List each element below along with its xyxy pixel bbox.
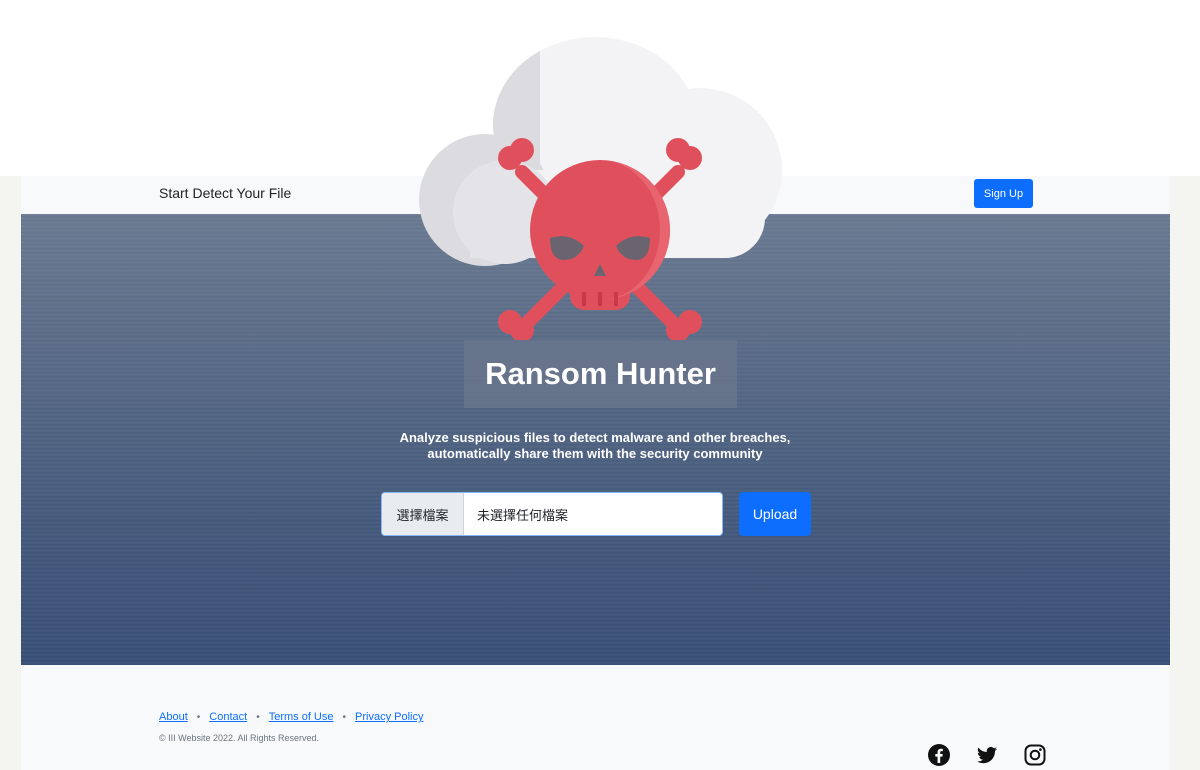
- ransom-hunter-logo: [410, 30, 790, 342]
- footer-link-contact[interactable]: Contact: [209, 711, 247, 723]
- title-box: Ransom Hunter: [464, 340, 737, 408]
- skull-icon: [530, 160, 670, 310]
- footer-link-about[interactable]: About: [159, 711, 188, 723]
- page-title: Ransom Hunter: [485, 356, 716, 391]
- separator-dot: •: [342, 711, 347, 723]
- upload-button[interactable]: Upload: [739, 492, 811, 536]
- social-links: [927, 743, 1047, 767]
- signup-button[interactable]: Sign Up: [974, 179, 1033, 208]
- footer-link-terms[interactable]: Terms of Use: [269, 711, 334, 723]
- subtitle-line-1: Analyze suspicious files to detect malwa…: [399, 430, 791, 445]
- navbar-brand[interactable]: Start Detect Your File: [159, 185, 291, 201]
- footer-links: About • Contact • Terms of Use • Privacy…: [159, 711, 423, 723]
- footer-link-privacy[interactable]: Privacy Policy: [355, 711, 423, 723]
- twitter-icon[interactable]: [975, 743, 999, 767]
- choose-file-button[interactable]: 選擇檔案: [382, 493, 464, 535]
- separator-dot: •: [196, 711, 201, 723]
- separator-dot: •: [256, 711, 260, 723]
- file-status-text: 未選擇任何檔案: [477, 507, 569, 523]
- copyright-text: © III Website 2022. All Rights Reserved.: [159, 733, 320, 743]
- hero-subtitle: Analyze suspicious files to detect malwa…: [295, 430, 895, 462]
- subtitle-line-2: automatically share them with the securi…: [427, 446, 763, 461]
- facebook-icon[interactable]: [927, 743, 951, 767]
- file-input-group[interactable]: 選擇檔案 未選擇任何檔案: [381, 492, 723, 536]
- instagram-icon[interactable]: [1023, 743, 1047, 767]
